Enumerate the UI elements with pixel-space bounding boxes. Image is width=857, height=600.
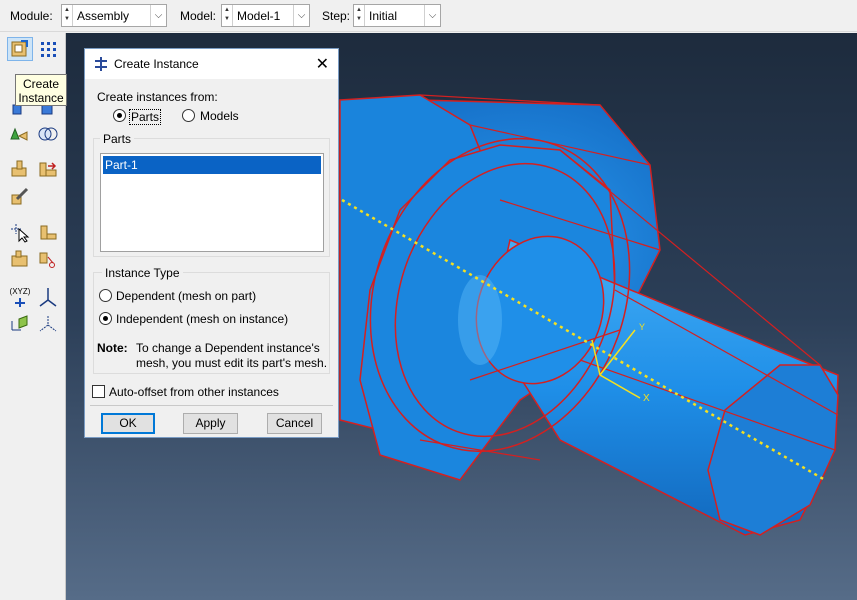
dependent-radio-label[interactable]: Dependent (mesh on part) bbox=[116, 289, 256, 303]
assembly-toolbox: (XYZ) bbox=[0, 33, 66, 600]
model-label: Model: bbox=[180, 9, 217, 23]
list-item[interactable]: Part-1 bbox=[103, 156, 321, 174]
context-bar: Module: ▲ ▼ Assembly ⌵ Model: ▲ ▼ Model-1 … bbox=[0, 0, 857, 32]
surface-icon[interactable] bbox=[35, 312, 61, 336]
cancel-button[interactable]: Cancel bbox=[267, 413, 322, 434]
triad-y-label: Y bbox=[639, 322, 645, 332]
independent-radio-label[interactable]: Independent (mesh on instance) bbox=[116, 312, 288, 326]
models-radio[interactable] bbox=[182, 109, 195, 122]
model-combo-value: Model-1 bbox=[237, 9, 281, 23]
step-spin-icon[interactable]: ▲ ▼ bbox=[354, 5, 365, 26]
dependent-radio[interactable] bbox=[99, 289, 112, 302]
close-icon[interactable]: ✕ bbox=[316, 54, 329, 74]
note-line: To change a Dependent instance's bbox=[136, 341, 320, 355]
chevron-down-icon[interactable]: ⌵ bbox=[424, 5, 440, 26]
axis-icon[interactable] bbox=[7, 312, 33, 336]
position-constraint-icon[interactable] bbox=[35, 157, 61, 181]
step-label: Step: bbox=[322, 9, 351, 23]
ok-button[interactable]: OK bbox=[101, 413, 155, 434]
tooltip: Create Instance bbox=[15, 74, 67, 106]
auto-offset-label[interactable]: Auto-offset from other instances bbox=[109, 385, 279, 399]
parts-radio-label[interactable]: Parts bbox=[129, 109, 162, 125]
dialog-title: Create Instance bbox=[114, 57, 199, 71]
create-constraint-icon[interactable] bbox=[7, 157, 33, 181]
tooltip-line: Create bbox=[22, 77, 60, 91]
query-icon[interactable] bbox=[7, 220, 33, 244]
triad-x-label: X bbox=[643, 393, 650, 404]
chevron-down-icon[interactable]: ⌵ bbox=[293, 5, 309, 26]
module-label: Module: bbox=[10, 9, 53, 23]
step-combo[interactable]: ▲ ▼ Initial ⌵ bbox=[353, 4, 441, 27]
module-spin-icon[interactable]: ▲ ▼ bbox=[62, 5, 73, 26]
step-combo-value: Initial bbox=[369, 9, 398, 23]
parts-radio[interactable] bbox=[113, 109, 126, 122]
radial-pattern-icon[interactable] bbox=[35, 122, 61, 146]
create-instance-dialog: Create Instance ✕ Create instances from:… bbox=[84, 48, 339, 438]
divider bbox=[90, 405, 333, 406]
module-combo-value: Assembly bbox=[77, 9, 130, 23]
dialog-titlebar[interactable]: Create Instance ✕ bbox=[85, 49, 338, 79]
tooltip-line: Instance bbox=[18, 91, 64, 105]
note-line: mesh, you must edit its part's mesh. bbox=[136, 356, 328, 370]
edit-feature-icon[interactable] bbox=[7, 184, 33, 208]
csys-text: (XYZ) bbox=[9, 286, 31, 296]
note-label: Note: bbox=[97, 341, 128, 355]
parts-list[interactable]: Part-1 bbox=[100, 153, 324, 252]
abaqus-app-icon bbox=[93, 56, 109, 75]
models-radio-label[interactable]: Models bbox=[200, 109, 239, 123]
create-instance-icon[interactable] bbox=[7, 37, 33, 61]
instance-type-title: Instance Type bbox=[102, 266, 183, 280]
apply-button[interactable]: Apply bbox=[183, 413, 238, 434]
set-icon[interactable] bbox=[35, 247, 61, 271]
create-from-label: Create instances from: bbox=[97, 90, 218, 104]
csys-icon[interactable] bbox=[35, 285, 61, 309]
model-spin-icon[interactable]: ▲ ▼ bbox=[222, 5, 233, 26]
model-combo[interactable]: ▲ ▼ Model-1 ⌵ bbox=[221, 4, 310, 27]
partition-icon[interactable] bbox=[7, 247, 33, 271]
auto-offset-checkbox[interactable] bbox=[92, 385, 105, 398]
datum-icon[interactable] bbox=[35, 220, 61, 244]
coordinate-system-icon[interactable]: (XYZ) bbox=[7, 285, 33, 309]
independent-radio[interactable] bbox=[99, 312, 112, 325]
merge-cut-icon[interactable] bbox=[7, 122, 33, 146]
chevron-down-icon[interactable]: ⌵ bbox=[150, 5, 166, 26]
parts-group-title: Parts bbox=[100, 132, 135, 146]
linear-pattern-icon[interactable] bbox=[35, 37, 61, 61]
module-combo[interactable]: ▲ ▼ Assembly ⌵ bbox=[61, 4, 167, 27]
